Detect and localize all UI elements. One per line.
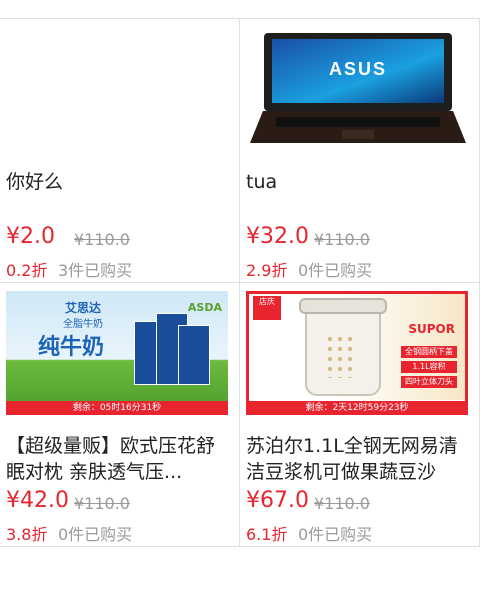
product-grid: 你好么 ¥2.0 ¥110.0 0.2折 3件已购买 ASUS tua ¥32.… xyxy=(0,18,480,547)
feature-tag: 四叶立体刀头 xyxy=(401,376,457,388)
discount-badge: 2.9折 xyxy=(246,261,288,280)
product-price: ¥67.0 xyxy=(246,488,309,513)
brand-logo: SUPOR xyxy=(408,322,455,336)
discount-badge: 3.8折 xyxy=(6,525,48,544)
product-title[interactable]: 苏泊尔1.1L全钢无网易清洁豆浆机可做果蔬豆沙 xyxy=(246,433,472,485)
feature-tag: 1.1L容积 xyxy=(401,361,457,373)
laptop-keyboard xyxy=(276,117,440,127)
milk-brand: 艾思达 xyxy=(64,301,101,315)
product-title[interactable]: 你好么 xyxy=(6,169,232,195)
sold-count: 0件已购买 xyxy=(58,525,133,544)
product-price: ¥42.0 xyxy=(6,488,69,513)
laptop-touchpad xyxy=(342,130,374,139)
original-price: ¥110.0 xyxy=(314,494,370,513)
original-price: ¥110.0 xyxy=(314,230,370,249)
discount-badge: 0.2折 xyxy=(6,261,48,280)
milk-carton xyxy=(178,325,210,385)
product-card[interactable]: 店庆 SUPOR 全钢圆柄下盖 1.1L容积 四叶立体刀头 剩余：2天12时59… xyxy=(240,283,480,547)
product-card[interactable]: 艾思达 全脂牛奶 纯牛奶 ASDA 剩余：05时16分31秒 【超级量贩】欧式压… xyxy=(0,283,240,547)
brand-logo: ASUS xyxy=(328,59,387,79)
product-price: ¥32.0 xyxy=(246,224,309,249)
sold-count: 0件已购买 xyxy=(298,261,373,280)
soymilk-maker-lid xyxy=(299,298,387,314)
original-price: ¥110.0 xyxy=(74,494,130,513)
product-price: ¥2.0 xyxy=(6,224,55,249)
sold-count: 3件已购买 xyxy=(58,261,133,280)
product-image[interactable]: ASUS xyxy=(246,27,468,151)
product-title[interactable]: 【超级量贩】欧式压花舒眠对枕 亲肤透气压... xyxy=(6,433,232,485)
countdown-bar: 剩余：05时16分31秒 xyxy=(6,401,228,415)
countdown-bar: 剩余：2天12时59分23秒 xyxy=(249,401,465,412)
milk-headline: 纯牛奶 xyxy=(37,335,104,360)
feature-tag: 全钢圆柄下盖 xyxy=(401,346,457,358)
sold-count: 0件已购买 xyxy=(298,525,373,544)
floral-pattern xyxy=(325,334,357,378)
store-logo: ASDA xyxy=(187,301,222,314)
product-image[interactable] xyxy=(6,27,228,151)
product-card[interactable]: ASUS tua ¥32.0 ¥110.0 2.9折 0件已购买 xyxy=(240,19,480,283)
product-title[interactable]: tua xyxy=(246,169,472,195)
product-image[interactable]: 艾思达 全脂牛奶 纯牛奶 ASDA 剩余：05时16分31秒 xyxy=(6,291,228,415)
product-card[interactable]: 你好么 ¥2.0 ¥110.0 0.2折 3件已购买 xyxy=(0,19,240,283)
promo-badge: 店庆 xyxy=(253,296,281,320)
discount-badge: 6.1折 xyxy=(246,525,288,544)
milk-sub: 全脂牛奶 xyxy=(63,319,103,330)
original-price: ¥110.0 xyxy=(74,230,130,249)
product-image[interactable]: 店庆 SUPOR 全钢圆柄下盖 1.1L容积 四叶立体刀头 剩余：2天12时59… xyxy=(246,291,468,415)
laptop-screen: ASUS xyxy=(264,33,452,111)
